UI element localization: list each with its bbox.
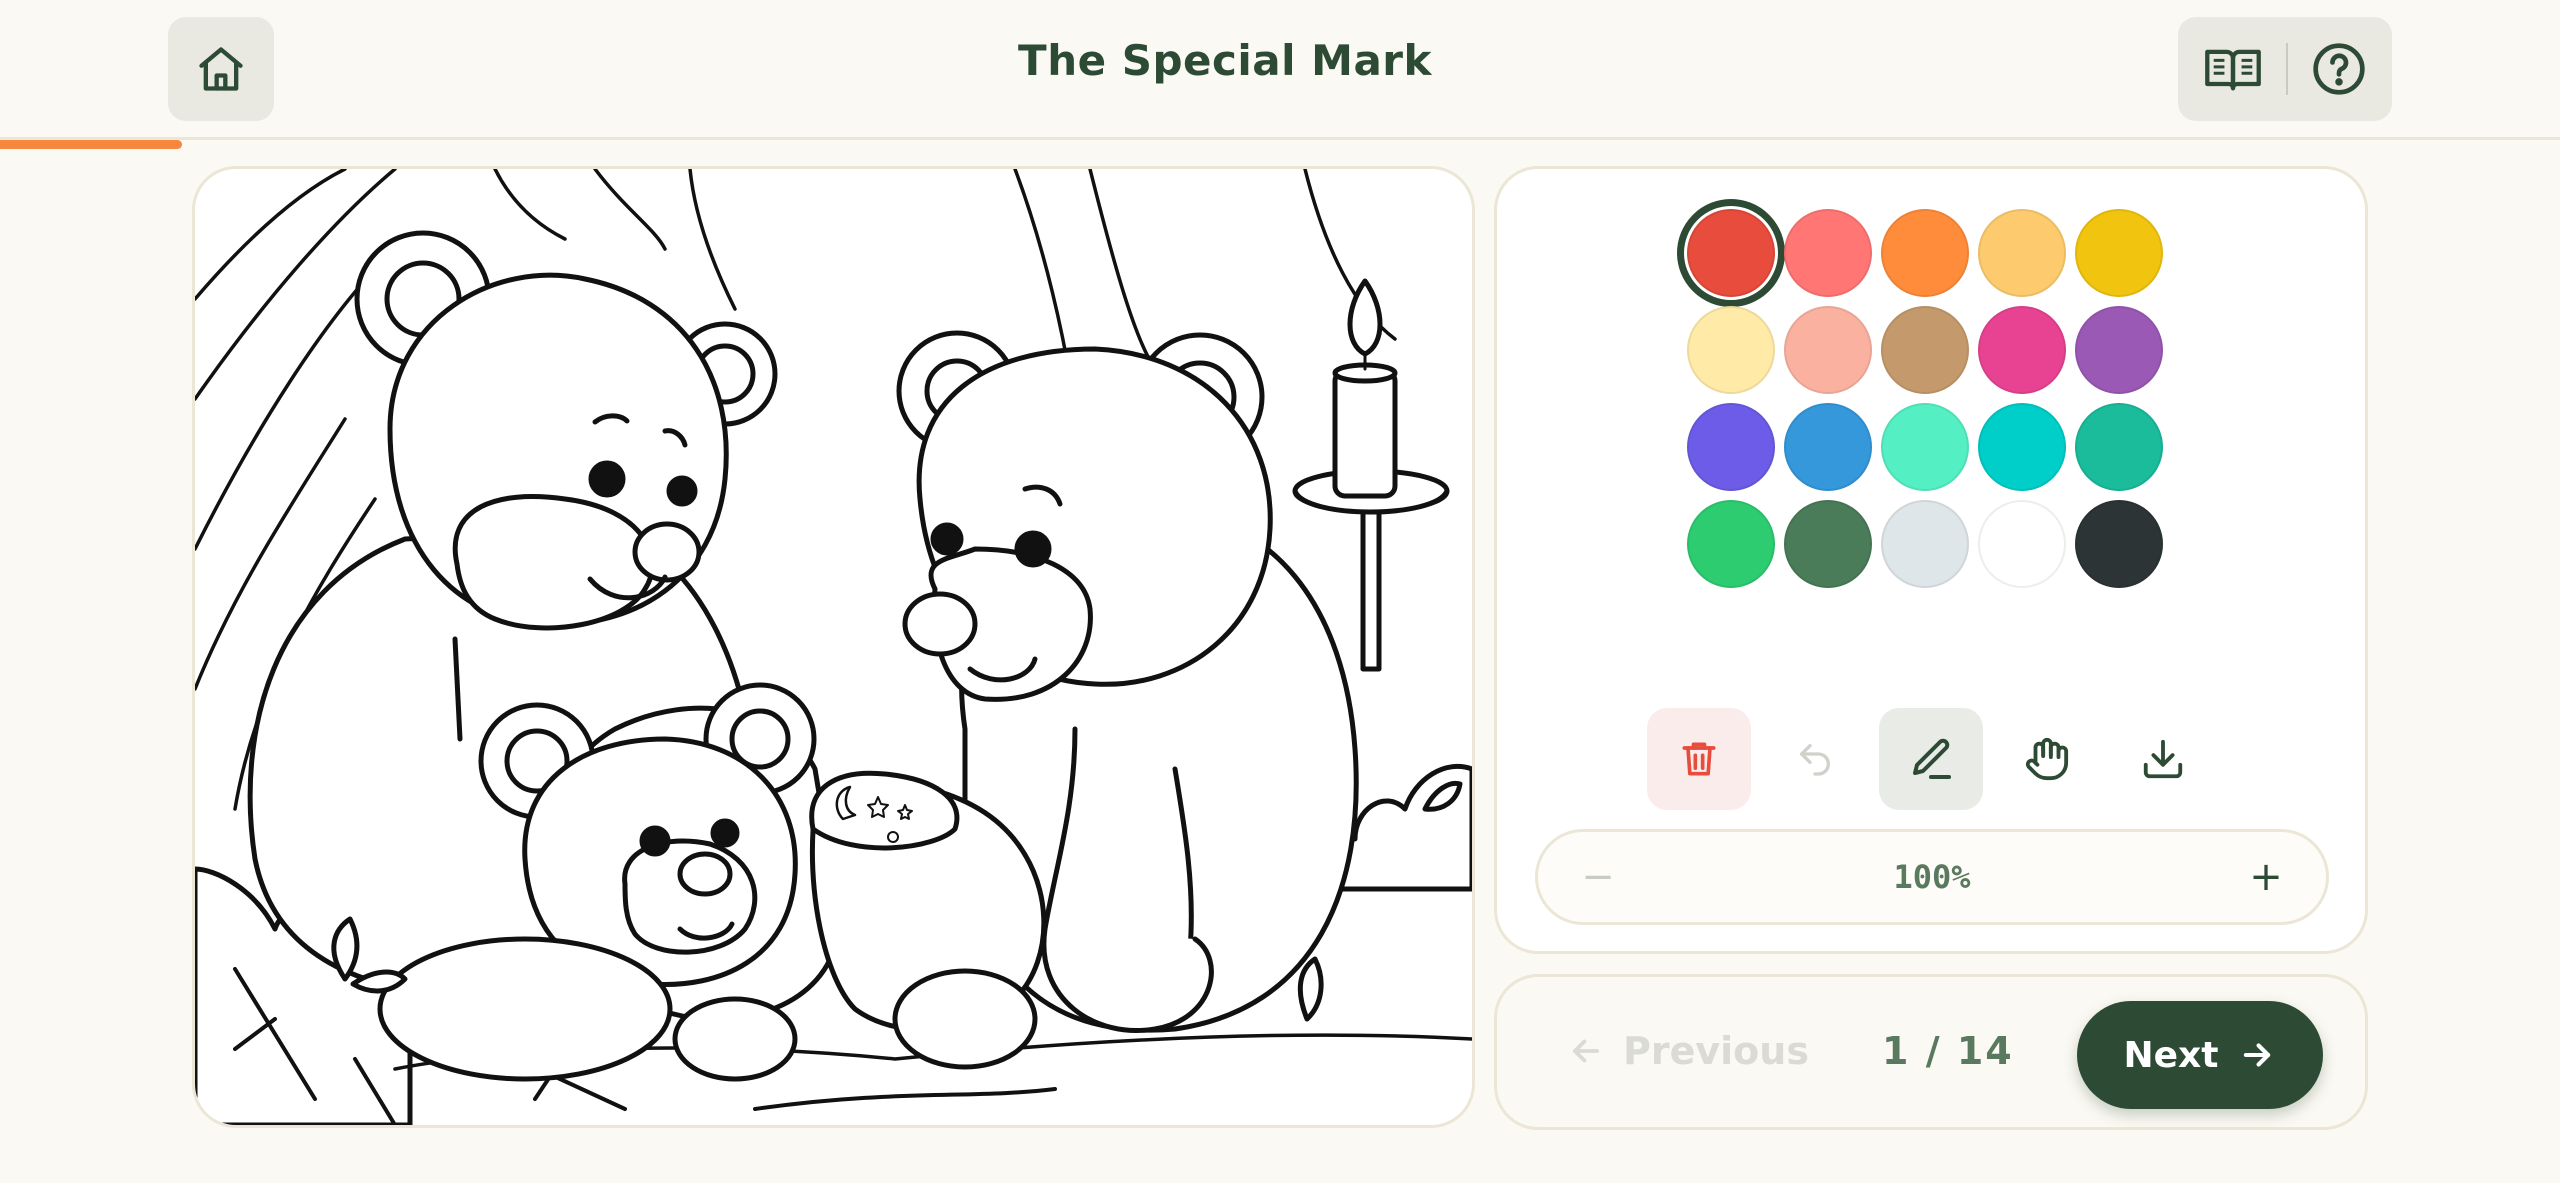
pencil-tool-button[interactable]: [1879, 708, 1983, 810]
undo-button[interactable]: [1763, 708, 1867, 810]
color-swatch[interactable]: [1978, 500, 2066, 588]
color-swatch[interactable]: [2075, 209, 2163, 297]
tool-row: [1647, 707, 2247, 811]
page-total: 14: [1956, 1029, 2014, 1073]
page-separator: /: [1925, 1029, 1942, 1073]
page-current: 1: [1882, 1029, 1911, 1073]
app-header: The Special Mark: [0, 0, 2560, 140]
color-swatch[interactable]: [1784, 306, 1872, 394]
color-swatch[interactable]: [1784, 500, 1872, 588]
previous-button[interactable]: Previous: [1567, 1029, 1809, 1073]
next-button[interactable]: Next: [2077, 1001, 2323, 1109]
page-navigation: Previous 1 / 14 Next: [1494, 974, 2368, 1130]
tools-panel: − 100% +: [1494, 166, 2368, 954]
color-swatch[interactable]: [2075, 500, 2163, 588]
clear-button[interactable]: [1647, 708, 1751, 810]
color-swatch[interactable]: [1677, 199, 1785, 307]
pan-tool-button[interactable]: [1995, 708, 2099, 810]
zoom-out-button[interactable]: −: [1568, 847, 1628, 907]
pencil-icon: [1913, 738, 1951, 779]
arrow-left-icon: [1573, 1039, 1599, 1063]
zoom-control: − 100% +: [1535, 829, 2329, 925]
header-divider: [2285, 43, 2288, 95]
color-swatch[interactable]: [2075, 403, 2163, 491]
zoom-in-button[interactable]: +: [2236, 847, 2296, 907]
arrow-right-icon: [2244, 1043, 2271, 1067]
hand-icon: [2025, 737, 2069, 781]
page-title: The Special Mark: [1018, 36, 1432, 85]
color-swatch[interactable]: [1881, 209, 1969, 297]
help-icon[interactable]: [2311, 41, 2367, 97]
next-label: Next: [2123, 1034, 2219, 1076]
undo-icon: [1800, 744, 1830, 776]
book-icon[interactable]: [2203, 43, 2263, 95]
trash-icon: [1682, 742, 1716, 776]
color-swatch[interactable]: [1881, 306, 1969, 394]
download-button[interactable]: [2111, 708, 2215, 810]
color-swatch[interactable]: [1687, 500, 1775, 588]
story-progress-bar: [0, 140, 182, 149]
color-swatch[interactable]: [1881, 500, 1969, 588]
color-swatch[interactable]: [1784, 209, 1872, 297]
download-icon: [2143, 739, 2183, 779]
color-swatch[interactable]: [1784, 403, 1872, 491]
coloring-canvas[interactable]: [192, 166, 1475, 1128]
color-swatch[interactable]: [2075, 306, 2163, 394]
color-swatch[interactable]: [1687, 403, 1775, 491]
color-swatch[interactable]: [1687, 306, 1775, 394]
header-actions: [2178, 17, 2392, 121]
color-swatch[interactable]: [1978, 403, 2066, 491]
page-indicator: 1 / 14: [1882, 1029, 2014, 1073]
color-swatch[interactable]: [1881, 403, 1969, 491]
color-swatch[interactable]: [1978, 306, 2066, 394]
color-palette: [1677, 199, 2177, 588]
zoom-level: 100%: [1893, 858, 1971, 896]
bears-coloring-page[interactable]: [195, 169, 1472, 1125]
color-swatch[interactable]: [1978, 209, 2066, 297]
previous-label: Previous: [1623, 1029, 1809, 1073]
